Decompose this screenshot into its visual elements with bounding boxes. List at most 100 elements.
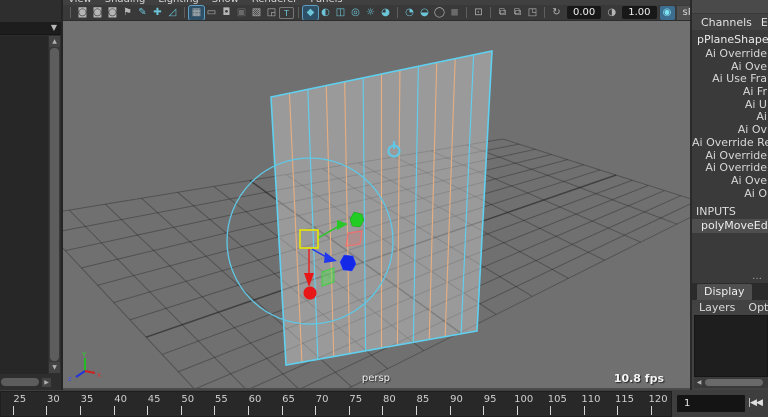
frame-tick[interactable]: 115 (608, 392, 642, 416)
panel-resize-dots[interactable]: … (752, 271, 762, 282)
safe-title-icon[interactable]: T (279, 7, 294, 19)
channel-attribute-row[interactable]: Ai Override (692, 150, 768, 163)
input-node-row[interactable]: polyMoveEdge1 (692, 219, 768, 233)
layer-horizontal-scrollbar[interactable]: ◀ (694, 377, 768, 388)
antialias-icon[interactable]: ◯ (432, 6, 447, 20)
frame-tick[interactable]: 80 (373, 392, 407, 416)
contrast-icon[interactable]: ◑ (604, 6, 619, 20)
viewport-menu-item[interactable]: Panels (310, 0, 342, 5)
outliner-vertical-scrollbar[interactable]: ▲ ▼ (49, 36, 60, 373)
shadows-icon[interactable]: ◕ (378, 6, 393, 20)
move-plane-handle-red[interactable] (346, 231, 362, 246)
outliner-filter-dropdown[interactable]: ▼ (0, 22, 61, 35)
hscroll-thumb[interactable] (1, 378, 39, 386)
colorspace-label[interactable]: sRGB gamma (677, 6, 690, 20)
channel-attribute-row[interactable]: Ai Ove (692, 61, 768, 74)
hscroll-thumb[interactable] (705, 379, 763, 386)
scroll-right-icon[interactable]: ▶ (42, 378, 51, 387)
resolution-gate-icon[interactable]: ◘ (219, 6, 234, 20)
safe-action-icon[interactable]: ◲ (264, 6, 279, 20)
wireframe-on-shaded-icon[interactable]: ◐ (318, 6, 333, 20)
viewport-menu-item[interactable]: Renderer (252, 0, 298, 5)
vscroll-thumb[interactable] (50, 48, 59, 361)
outliner-list[interactable] (0, 36, 48, 374)
tab-display[interactable]: Display (697, 284, 752, 300)
channel-attribute-row[interactable]: Ai Ov (692, 124, 768, 137)
frame-tick[interactable]: 70 (305, 392, 339, 416)
go-to-start-button[interactable]: |◀◀ (748, 395, 762, 412)
textured-display-icon[interactable]: ◫ (333, 6, 348, 20)
frame-tick[interactable]: 50 (171, 392, 205, 416)
uv-editor-icon[interactable]: ◳ (525, 6, 540, 20)
channel-attribute-row[interactable]: Ai (692, 111, 768, 124)
frame-tick[interactable]: 90 (440, 392, 474, 416)
scroll-up-icon[interactable]: ▲ (49, 36, 60, 47)
scroll-down-icon[interactable]: ▼ (49, 362, 60, 373)
frame-tick[interactable]: 45 (137, 392, 171, 416)
material-override-icon[interactable]: ◎ (348, 6, 363, 20)
time-slider[interactable]: 2530354045505560657075808590951001051101… (0, 391, 672, 417)
channel-attribute-row[interactable]: Ai Use Fra (692, 73, 768, 86)
grid-toggle-icon[interactable]: ▦ (189, 6, 204, 20)
channel-box-menu-item[interactable]: Channels (701, 16, 752, 29)
channel-attribute-row[interactable]: Ai Ove (692, 175, 768, 188)
contrast-field[interactable]: 1.00 (622, 6, 656, 19)
image-plane-icon[interactable]: ⧉ (495, 6, 510, 20)
snap-select-icon[interactable]: ✚ (150, 6, 165, 20)
camera-icon[interactable]: ◙ (75, 6, 90, 20)
exposure-icon[interactable]: ↻ (549, 6, 564, 20)
frame-tick[interactable]: 25 (3, 392, 37, 416)
motion-blur-icon[interactable]: ◒ (417, 6, 432, 20)
camera-lock-icon[interactable]: ◙ (90, 6, 105, 20)
channel-attribute-row[interactable]: Ai Override (692, 48, 768, 61)
lights-icon[interactable]: ☼ (363, 6, 378, 20)
frame-tick[interactable]: 40 (104, 392, 138, 416)
viewport-menu-item[interactable]: Show (212, 0, 239, 5)
frame-tick[interactable]: 120 (641, 392, 672, 416)
gamma-toggle-icon[interactable]: ◉ (660, 6, 675, 20)
render-setup-icon[interactable]: ◼ (447, 6, 462, 20)
frame-tick[interactable]: 60 (238, 392, 272, 416)
outliner-horizontal-scrollbar[interactable]: ▶ (0, 377, 60, 387)
frame-tick[interactable]: 75 (339, 392, 373, 416)
frame-tick[interactable]: 35 (70, 392, 104, 416)
measure-icon[interactable]: ◿ (165, 6, 180, 20)
shaded-display-icon[interactable]: ◆ (303, 6, 318, 20)
frame-tick[interactable]: 95 (473, 392, 507, 416)
film-gate-icon[interactable]: ▭ (204, 6, 219, 20)
field-chart-icon[interactable]: ▧ (249, 6, 264, 20)
layer-list[interactable] (694, 315, 768, 377)
isolate-select-icon[interactable]: ⊡ (471, 6, 486, 20)
tab-anim[interactable]: Anim (764, 284, 768, 300)
move-z-handle[interactable] (340, 255, 356, 271)
channel-attribute-row[interactable]: Ai U (692, 99, 768, 112)
hscroll-track[interactable] (704, 378, 768, 387)
ao-icon[interactable]: ◔ (402, 6, 417, 20)
frame-tick[interactable]: 105 (541, 392, 575, 416)
current-frame-field[interactable]: 1 (677, 395, 745, 412)
viewport-menu-item[interactable]: Lighting (158, 0, 198, 5)
frame-tick[interactable]: 55 (205, 392, 239, 416)
viewport-menu-item[interactable]: View (68, 0, 92, 5)
frame-tick[interactable]: 30 (37, 392, 71, 416)
bookmark-icon[interactable]: ⚑ (120, 6, 135, 20)
pen-icon[interactable]: ✎ (135, 6, 150, 20)
frame-tick[interactable]: 110 (574, 392, 608, 416)
frame-tick[interactable]: 85 (406, 392, 440, 416)
channel-attribute-row[interactable]: Ai O (692, 188, 768, 201)
channel-attribute-row[interactable]: Ai Override Rec (692, 137, 768, 150)
channel-box-menu-item[interactable]: Edit (761, 16, 768, 29)
exposure-field[interactable]: 0.00 (567, 6, 601, 19)
channel-attribute-row[interactable]: Ai Override (692, 162, 768, 175)
scroll-left-icon[interactable]: ◀ (694, 379, 704, 386)
shape-node-name[interactable]: pPlaneShape1 (692, 30, 768, 48)
camera-attributes-icon[interactable]: ◙ (105, 6, 120, 20)
frame-tick[interactable]: 100 (507, 392, 541, 416)
viewport-menu-item[interactable]: Shading (105, 0, 146, 5)
channel-attribute-row[interactable]: Ai Fr (692, 86, 768, 99)
texture-view-icon[interactable]: ⧉ (510, 6, 525, 20)
gate-mask-icon[interactable]: ▣ (234, 6, 249, 20)
viewport-3d-view[interactable]: Y z x persp 10.8 fps (63, 21, 690, 388)
move-x-handle[interactable] (304, 287, 317, 300)
layer-editor-menu-item[interactable]: Options (748, 301, 768, 314)
